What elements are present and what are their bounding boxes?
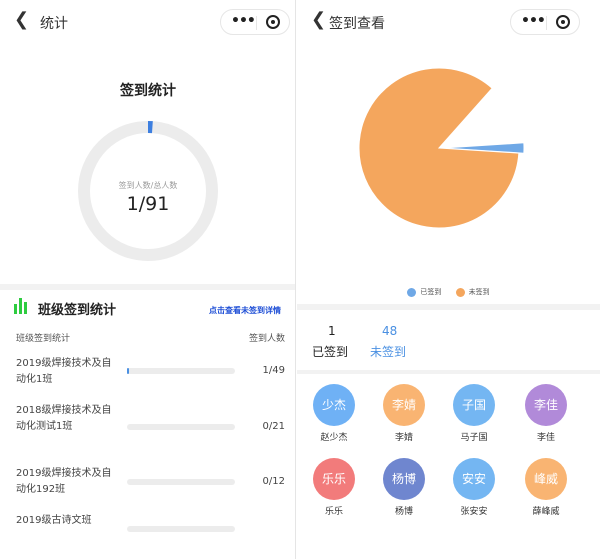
person-name: 赵少杰 xyxy=(320,433,348,443)
page-title: 签到查看 xyxy=(329,16,385,32)
legend-dot-unsigned xyxy=(455,287,465,297)
person-card[interactable]: 峰威 薛峰威 xyxy=(521,458,571,517)
close-target-icon[interactable] xyxy=(266,15,280,29)
person-card[interactable]: 李佳 李佳 xyxy=(521,384,571,443)
avatar: 峰威 xyxy=(525,458,567,500)
avatar: 李佳 xyxy=(525,384,567,426)
avatar: 乐乐 xyxy=(313,458,355,500)
class-progress-bar xyxy=(127,526,235,532)
ring-caption: 签到人数/总人数 xyxy=(118,181,178,190)
signed-count: 1 xyxy=(328,324,336,338)
avatar: 杨博 xyxy=(383,458,425,500)
person-card[interactable]: 少杰 赵少杰 xyxy=(309,384,359,443)
person-card[interactable]: 李婧 李婧 xyxy=(379,384,429,443)
table-header-class: 班级签到统计 xyxy=(16,334,71,344)
class-count: 0/21 xyxy=(262,421,285,432)
chart-legend: 已签到 未签到 xyxy=(297,287,600,297)
person-card[interactable]: 杨博 杨博 xyxy=(379,458,429,517)
person-card[interactable]: 子国 马子国 xyxy=(449,384,499,443)
signed-tab[interactable]: 已签到 xyxy=(312,343,348,360)
avatar: 安安 xyxy=(453,458,495,500)
mini-program-capsule: ••• xyxy=(220,9,290,35)
navigation-bar: ❮ 签到查看 ••• xyxy=(297,0,600,42)
avatar: 少杰 xyxy=(313,384,355,426)
bar-chart-icon xyxy=(14,298,30,314)
section-title: 班级签到统计 xyxy=(38,303,117,318)
person-name: 马子国 xyxy=(460,433,488,443)
person-name: 张安安 xyxy=(460,507,488,517)
navigation-bar: ❮ 统计 ••• xyxy=(0,0,295,42)
unsigned-tab[interactable]: 未签到 xyxy=(370,343,406,360)
person-name: 杨博 xyxy=(394,507,413,517)
capsule-divider xyxy=(256,16,257,30)
section-divider xyxy=(0,284,295,290)
table-header: 班级签到统计 签到人数 xyxy=(16,331,285,344)
more-options-icon[interactable]: ••• xyxy=(521,13,546,29)
legend-label-signed: 已签到 xyxy=(420,288,442,296)
ring-value: 1/91 xyxy=(126,193,170,215)
avatar: 子国 xyxy=(453,384,495,426)
person-card[interactable]: 安安 张安安 xyxy=(449,458,499,517)
class-progress-bar xyxy=(127,479,235,485)
checkin-ring-chart xyxy=(78,121,218,261)
mini-program-capsule: ••• xyxy=(510,9,580,35)
section-divider xyxy=(297,370,600,374)
legend-label-unsigned: 未签到 xyxy=(468,288,490,296)
view-unsigned-details-link[interactable]: 点击查看未签到详情 xyxy=(209,305,281,316)
class-name: 2019级焊接技术及自动化1班 xyxy=(16,358,112,385)
class-count: 0/12 xyxy=(262,476,285,487)
person-name: 乐乐 xyxy=(324,507,343,517)
page-title: 统计 xyxy=(40,16,68,32)
class-progress-fill xyxy=(127,368,130,374)
back-arrow-icon[interactable]: ❮ xyxy=(311,10,326,30)
capsule-divider xyxy=(546,16,547,30)
class-progress-bar xyxy=(127,424,235,430)
back-arrow-icon[interactable]: ❮ xyxy=(14,10,29,30)
statistics-screen: ❮ 统计 ••• 签到统计 签到人数/总人数 1/91 班级签到统计 点击查看未… xyxy=(0,0,296,559)
class-name: 2018级焊接技术及自动化测试1班 xyxy=(16,405,112,432)
checkin-counts: 1 已签到 48 未签到 xyxy=(297,318,600,368)
class-name: 2019级古诗文班 xyxy=(16,515,92,526)
legend-unsigned: 未签到 xyxy=(455,287,490,297)
class-stats-header: 班级签到统计 点击查看未签到详情 xyxy=(14,298,285,318)
table-header-count: 签到人数 xyxy=(248,334,285,344)
class-count: 1/49 xyxy=(262,365,285,376)
more-options-icon[interactable]: ••• xyxy=(231,13,256,29)
stats-title: 签到统计 xyxy=(120,83,176,99)
person-name: 薛峰威 xyxy=(532,507,560,517)
legend-dot-signed xyxy=(407,287,417,297)
avatar: 李婧 xyxy=(383,384,425,426)
class-name: 2019级焊接技术及自动化192班 xyxy=(16,468,112,495)
close-target-icon[interactable] xyxy=(556,15,570,29)
person-card[interactable]: 乐乐 乐乐 xyxy=(309,458,359,517)
person-name: 李佳 xyxy=(536,433,555,443)
unsigned-count: 48 xyxy=(382,324,398,338)
checkin-pie-chart xyxy=(358,67,525,229)
section-divider xyxy=(297,304,600,310)
person-name: 李婧 xyxy=(394,433,413,443)
checkin-view-screen: ❮ 签到查看 ••• 已签到 未签到 1 已签到 48 未签到 少杰赵少杰 李婧… xyxy=(297,0,600,559)
class-progress-bar xyxy=(127,368,235,374)
legend-signed: 已签到 xyxy=(407,287,441,297)
ring-track xyxy=(78,121,218,261)
